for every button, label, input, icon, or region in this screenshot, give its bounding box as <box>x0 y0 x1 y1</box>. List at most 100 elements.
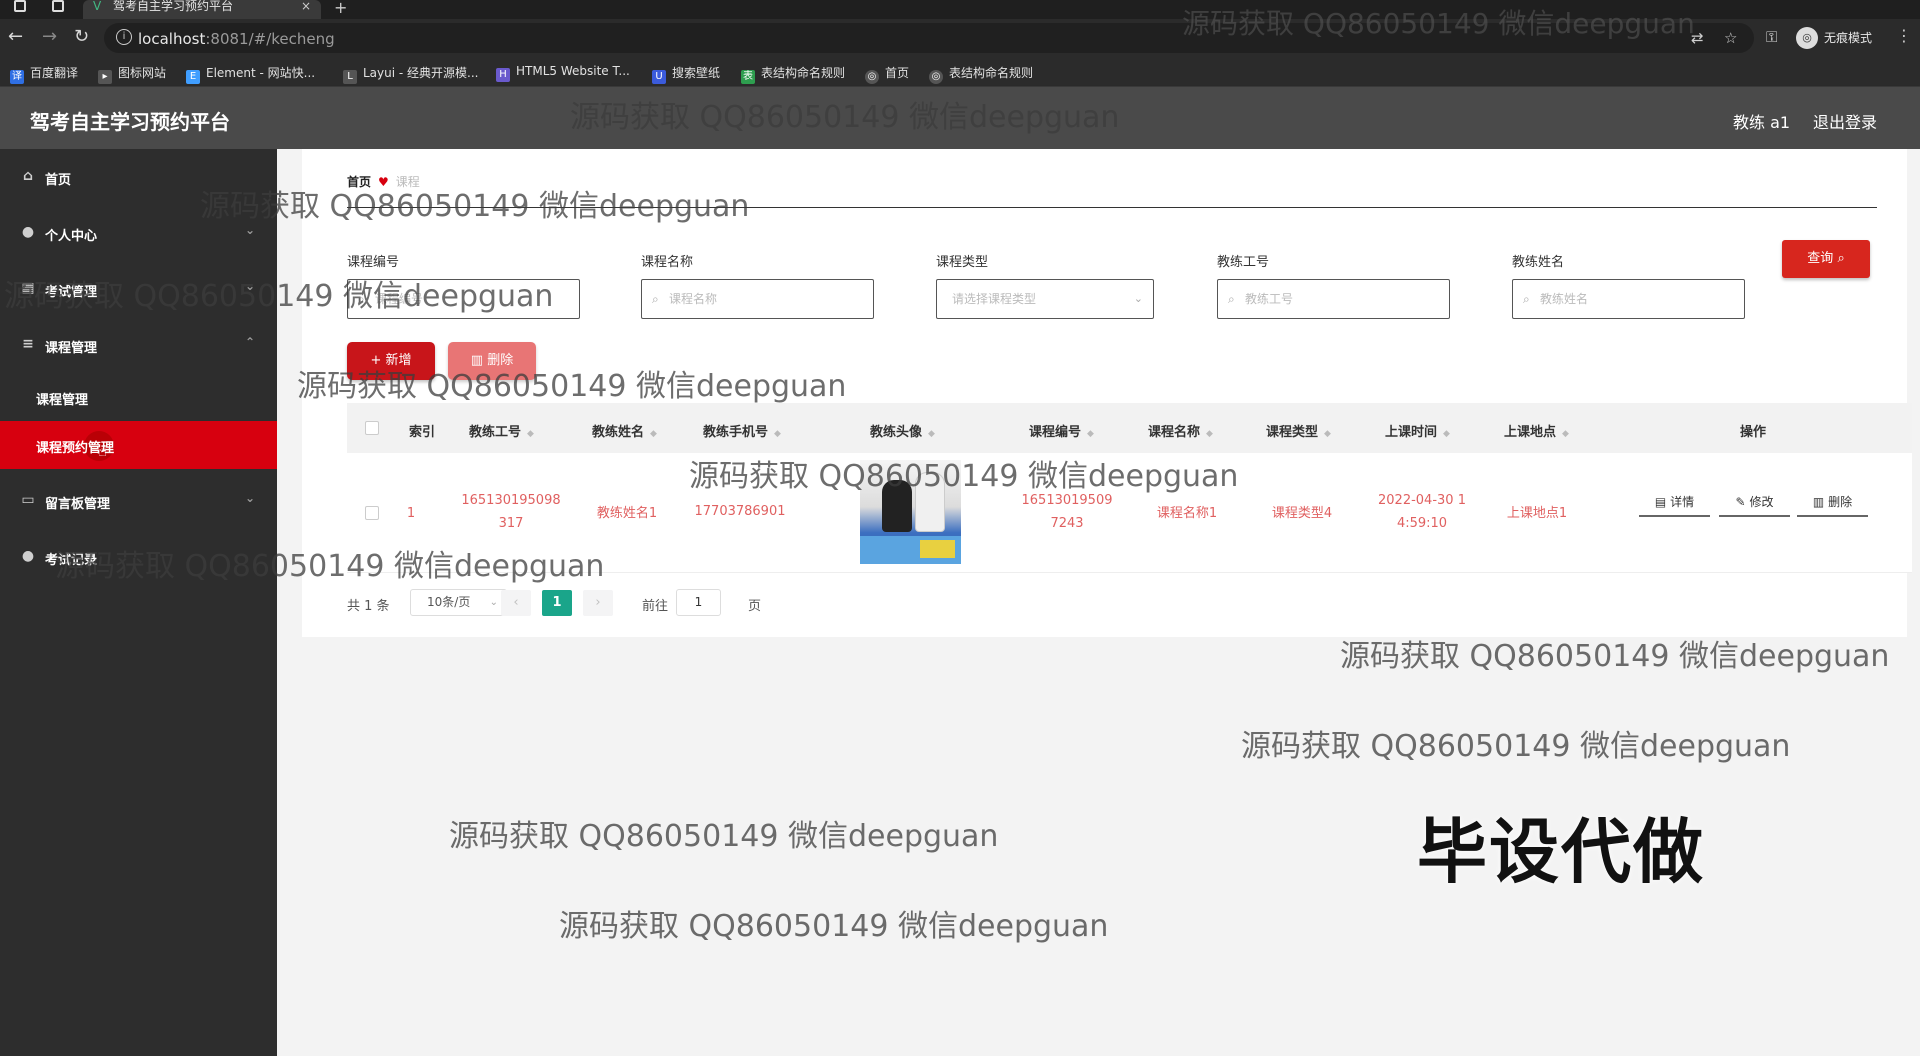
column-header[interactable]: 上课地点 ◆ <box>1504 421 1569 440</box>
key-icon[interactable]: ⚿ <box>1766 28 1777 46</box>
sidebar-item-course[interactable]: ≡ 课程管理 ⌃ <box>0 317 277 373</box>
browser-menu-icon[interactable] <box>14 0 26 12</box>
column-header[interactable]: 上课时间 ◆ <box>1385 421 1450 440</box>
breadcrumb: 首页 ♥ 课程 <box>347 173 420 190</box>
filter-label-coach-no: 教练工号 <box>1217 255 1270 270</box>
current-user: 教练 a1 <box>1733 113 1791 132</box>
batch-delete-button[interactable]: ▥ 删除 <box>448 342 536 380</box>
course-type-select[interactable]: 请选择课程类型 ⌄ <box>936 279 1154 319</box>
chevron-right-icon: › <box>595 595 601 610</box>
translate-icon[interactable]: ⇄ <box>1691 29 1704 47</box>
sort-icon: ◆ <box>527 429 534 439</box>
bookmark-item[interactable]: 译百度翻译 <box>10 64 78 84</box>
column-header: 操作 <box>1740 425 1767 440</box>
column-header[interactable]: 教练头像 ◆ <box>870 421 935 440</box>
bookmark-icon: E <box>186 70 200 84</box>
trash-icon: ▥ <box>470 353 484 368</box>
select-all-checkbox[interactable] <box>365 421 379 435</box>
more-icon[interactable]: ⋮ <box>1896 26 1912 45</box>
cell-class-place: 上课地点1 <box>1506 506 1568 521</box>
address-bar-row: ← → ↻ i localhost:8081/#/kecheng ⇄ ☆ ⚿ ◎… <box>0 19 1920 57</box>
incognito-icon: ◎ <box>1796 27 1818 49</box>
column-header[interactable]: 课程名称 ◆ <box>1148 421 1213 440</box>
home-icon: ⌂ <box>22 168 34 184</box>
logout-link[interactable]: 退出登录 <box>1813 109 1877 133</box>
sidebar-item-messages[interactable]: ▭ 留言板管理 ⌄ <box>0 473 277 529</box>
pagination-total: 共 1 条 <box>347 599 390 614</box>
column-header[interactable]: 教练手机号 ◆ <box>703 421 781 440</box>
query-button[interactable]: 查询 ⌕ <box>1782 240 1870 278</box>
bookmark-icon: ▸ <box>98 70 112 84</box>
sidebar: ⌂ 首页 ● 个人中心 ⌄ ▦ 考试管理 ⌄ ≡ 课程管理 ⌃ 课程管理 课程预… <box>0 149 277 1056</box>
chevron-left-icon: ‹ <box>513 595 519 610</box>
reload-icon[interactable]: ↻ <box>74 26 89 47</box>
chevron-down-icon: ⌄ <box>244 279 255 293</box>
column-header[interactable]: 课程编号 ◆ <box>1029 421 1094 440</box>
search-icon: ⌕ <box>652 292 659 306</box>
table-row[interactable]: 1 165130195098 317 教练姓名1 17703786901 1651… <box>347 453 1912 573</box>
edit-button[interactable]: ✎ 修改 <box>1719 487 1790 517</box>
coach-name-input[interactable]: ⌕ 教练姓名 <box>1512 279 1745 319</box>
filter-label-course-name: 课程名称 <box>641 255 694 270</box>
coach-no-input[interactable]: ⌕ 教练工号 <box>1217 279 1450 319</box>
bookmark-star-icon[interactable]: ☆ <box>1724 29 1737 47</box>
sidebar-item-home[interactable]: ⌂ 首页 <box>0 149 277 205</box>
cell-coach-no: 165130195098 317 <box>461 493 561 531</box>
cell-coach-name: 教练姓名1 <box>596 506 658 521</box>
site-info-icon[interactable]: i <box>116 29 132 45</box>
page-number-current[interactable]: 1 <box>542 590 572 616</box>
chevron-down-icon: ⌄ <box>244 491 255 505</box>
column-header[interactable]: 教练工号 ◆ <box>469 421 534 440</box>
bookmark-item[interactable]: H HTML5 Website T... <box>496 64 630 82</box>
delete-button[interactable]: ▥ 删除 <box>1797 487 1868 517</box>
goto-label: 前往 <box>642 599 669 614</box>
message-icon: ▭ <box>21 492 35 508</box>
sidebar-item-records[interactable]: ● 考试记录 <box>0 529 277 585</box>
sort-icon: ◆ <box>928 429 935 439</box>
window-icon[interactable] <box>52 0 64 12</box>
bookmark-item[interactable]: ◎ 表结构命名规则 <box>929 64 1033 84</box>
detail-button[interactable]: ▤ 详情 <box>1639 487 1710 517</box>
sidebar-subitem-booking[interactable]: 课程预约管理 ☝ <box>0 421 277 469</box>
column-header: 索引 <box>409 425 436 440</box>
content-card: 首页 ♥ 课程 课程编号 ⌕ 课程编号 课程名称 ⌕ 课程名称 课程类型 请选择课程… <box>302 149 1912 637</box>
course-no-input[interactable]: ⌕ 课程编号 <box>347 279 580 319</box>
breadcrumb-home[interactable]: 首页 <box>347 175 371 189</box>
sidebar-subitem-course[interactable]: 课程管理 <box>0 373 277 421</box>
back-icon[interactable]: ← <box>8 26 23 47</box>
page-size-select[interactable]: 10条/页 ⌄ <box>410 589 507 616</box>
bookmark-item[interactable]: 表表结构命名规则 <box>741 64 845 84</box>
sidebar-item-exam[interactable]: ▦ 考试管理 ⌄ <box>0 261 277 317</box>
url-text: localhost:8081/#/kecheng <box>138 30 335 48</box>
incognito-badge[interactable]: ◎ 无痕模式 <box>1796 25 1872 51</box>
sort-icon: ◆ <box>1562 429 1569 439</box>
add-button[interactable]: + 新增 <box>347 342 435 380</box>
cell-index: 1 <box>406 506 416 521</box>
next-page-button[interactable]: › <box>583 590 613 616</box>
prev-page-button[interactable]: ‹ <box>501 590 531 616</box>
bookmark-item[interactable]: ▸ 图标网站 <box>98 64 166 84</box>
chevron-down-icon: ⌄ <box>489 597 498 608</box>
filter-label-course-no: 课程编号 <box>347 255 400 270</box>
row-checkbox[interactable] <box>365 506 379 520</box>
forward-icon[interactable]: → <box>42 26 57 47</box>
app-title: 驾考自主学习预约平台 <box>30 110 230 134</box>
filter-label-course-type: 课程类型 <box>936 255 989 270</box>
location-icon: ● <box>21 548 35 564</box>
url-input[interactable]: i localhost:8081/#/kecheng ⇄ ☆ <box>104 23 1754 53</box>
bookmark-icon: 译 <box>10 70 24 84</box>
new-tab-icon[interactable]: + <box>334 0 347 17</box>
bookmark-item[interactable]: U 搜索壁纸 <box>652 64 720 84</box>
course-name-input[interactable]: ⌕ 课程名称 <box>641 279 874 319</box>
bookmark-item[interactable]: ◎ 首页 <box>865 64 909 84</box>
sort-icon: ◆ <box>774 429 781 439</box>
bookmark-item[interactable]: L Layui - 经典开源模... <box>343 64 478 84</box>
close-tab-icon[interactable]: × <box>301 0 311 12</box>
column-header[interactable]: 教练姓名 ◆ <box>592 421 657 440</box>
column-header[interactable]: 课程类型 ◆ <box>1266 421 1331 440</box>
browser-tab[interactable]: V 驾考自主学习预约平台 × <box>83 0 321 19</box>
goto-page-input[interactable]: 1 <box>676 589 721 616</box>
bookmark-item[interactable]: E Element - 网站快... <box>186 64 315 84</box>
sidebar-item-profile[interactable]: ● 个人中心 ⌄ <box>0 205 277 261</box>
page-suffix-label: 页 <box>748 599 762 614</box>
